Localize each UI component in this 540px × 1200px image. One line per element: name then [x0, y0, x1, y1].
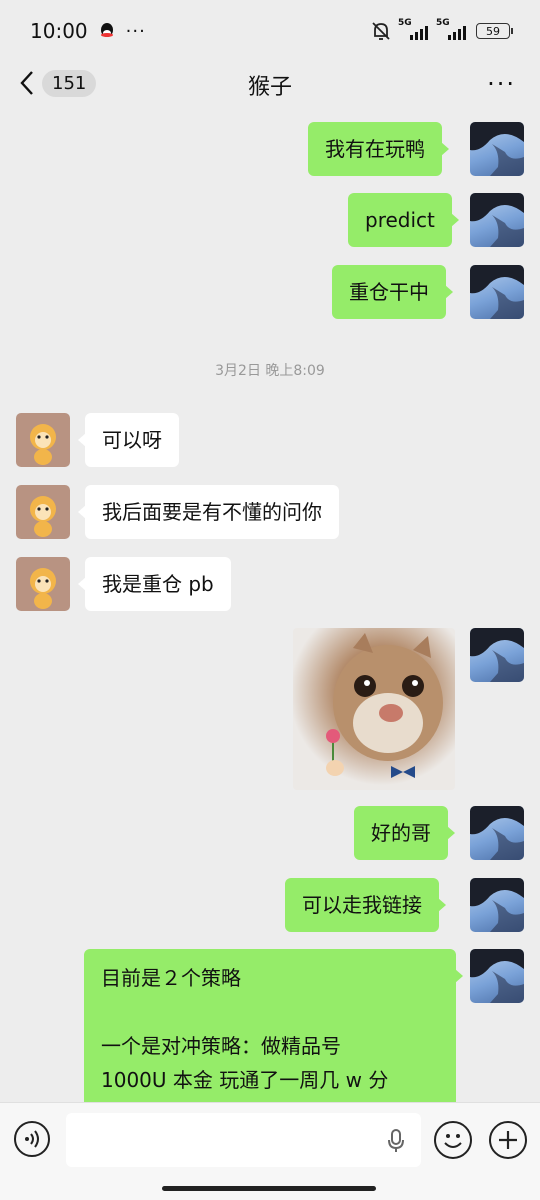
long-message-line-1: 目前是２个策略 [101, 966, 241, 990]
long-message-spacer [101, 995, 439, 1029]
home-indicator[interactable] [162, 1186, 376, 1191]
message-bubble[interactable]: 好的哥 [354, 806, 455, 860]
status-time: 10:00 [30, 19, 88, 43]
message-bubble[interactable]: 我后面要是有不懂的问你 [78, 485, 339, 539]
contact-avatar[interactable] [16, 413, 70, 467]
message-bubble[interactable]: 我有在玩鸭 [308, 122, 449, 176]
chevron-left-icon [20, 71, 33, 95]
message-bubble[interactable]: 我是重仓 pb [78, 557, 231, 611]
my-avatar[interactable] [470, 806, 524, 860]
my-avatar[interactable] [470, 878, 524, 932]
battery-icon: 59 [476, 23, 513, 39]
back-button[interactable]: 151 [18, 68, 97, 98]
mute-bell-icon [372, 22, 390, 40]
contact-avatar[interactable] [16, 557, 70, 611]
plus-icon [499, 1131, 517, 1149]
long-message-line-3: 1000U 本金 玩通了一周几 w 分 [101, 1068, 389, 1092]
message-input[interactable] [66, 1113, 421, 1167]
status-bar: 10:00 ··· 5G 5G 59 [0, 0, 540, 62]
emoji-button[interactable] [434, 1121, 472, 1159]
message-timestamp: 3月2日 晚上8:09 [215, 363, 325, 379]
cat-sticker-image[interactable] [293, 628, 455, 790]
message-bubble[interactable]: 可以走我链接 [285, 878, 446, 932]
contact-avatar[interactable] [16, 485, 70, 539]
voice-icon [25, 1130, 39, 1148]
message-bubble[interactable]: 可以呀 [78, 413, 179, 467]
voice-input-button[interactable] [14, 1121, 50, 1157]
long-message-line-2: 一个是对冲策略：做精品号 [101, 1034, 341, 1058]
long-message-bubble[interactable]: 目前是２个策略 一个是对冲策略：做精品号 1000U 本金 玩通了一周几 w 分 [84, 949, 463, 1109]
battery-level: 59 [486, 24, 500, 38]
more-functions-button[interactable] [489, 1121, 527, 1159]
unread-badge: 151 [42, 69, 97, 97]
my-avatar[interactable] [470, 193, 524, 247]
my-avatar[interactable] [470, 122, 524, 176]
signal-1-icon: 5G [398, 18, 430, 40]
chat-title: 猴子 [247, 75, 292, 100]
notification-dots: ··· [125, 20, 146, 42]
my-avatar[interactable] [470, 628, 524, 682]
mic-icon[interactable] [386, 1129, 406, 1153]
more-options-icon[interactable]: ··· [487, 70, 516, 98]
smiley-icon [444, 1134, 462, 1148]
my-avatar[interactable] [470, 265, 524, 319]
message-bubble[interactable]: 重仓干中 [332, 265, 453, 319]
message-bubble[interactable]: predict [348, 193, 459, 247]
chat-header: 151 猴子 ··· [0, 62, 540, 108]
signal-2-icon: 5G [436, 18, 468, 40]
my-avatar[interactable] [470, 949, 524, 1003]
qq-icon [100, 23, 113, 37]
